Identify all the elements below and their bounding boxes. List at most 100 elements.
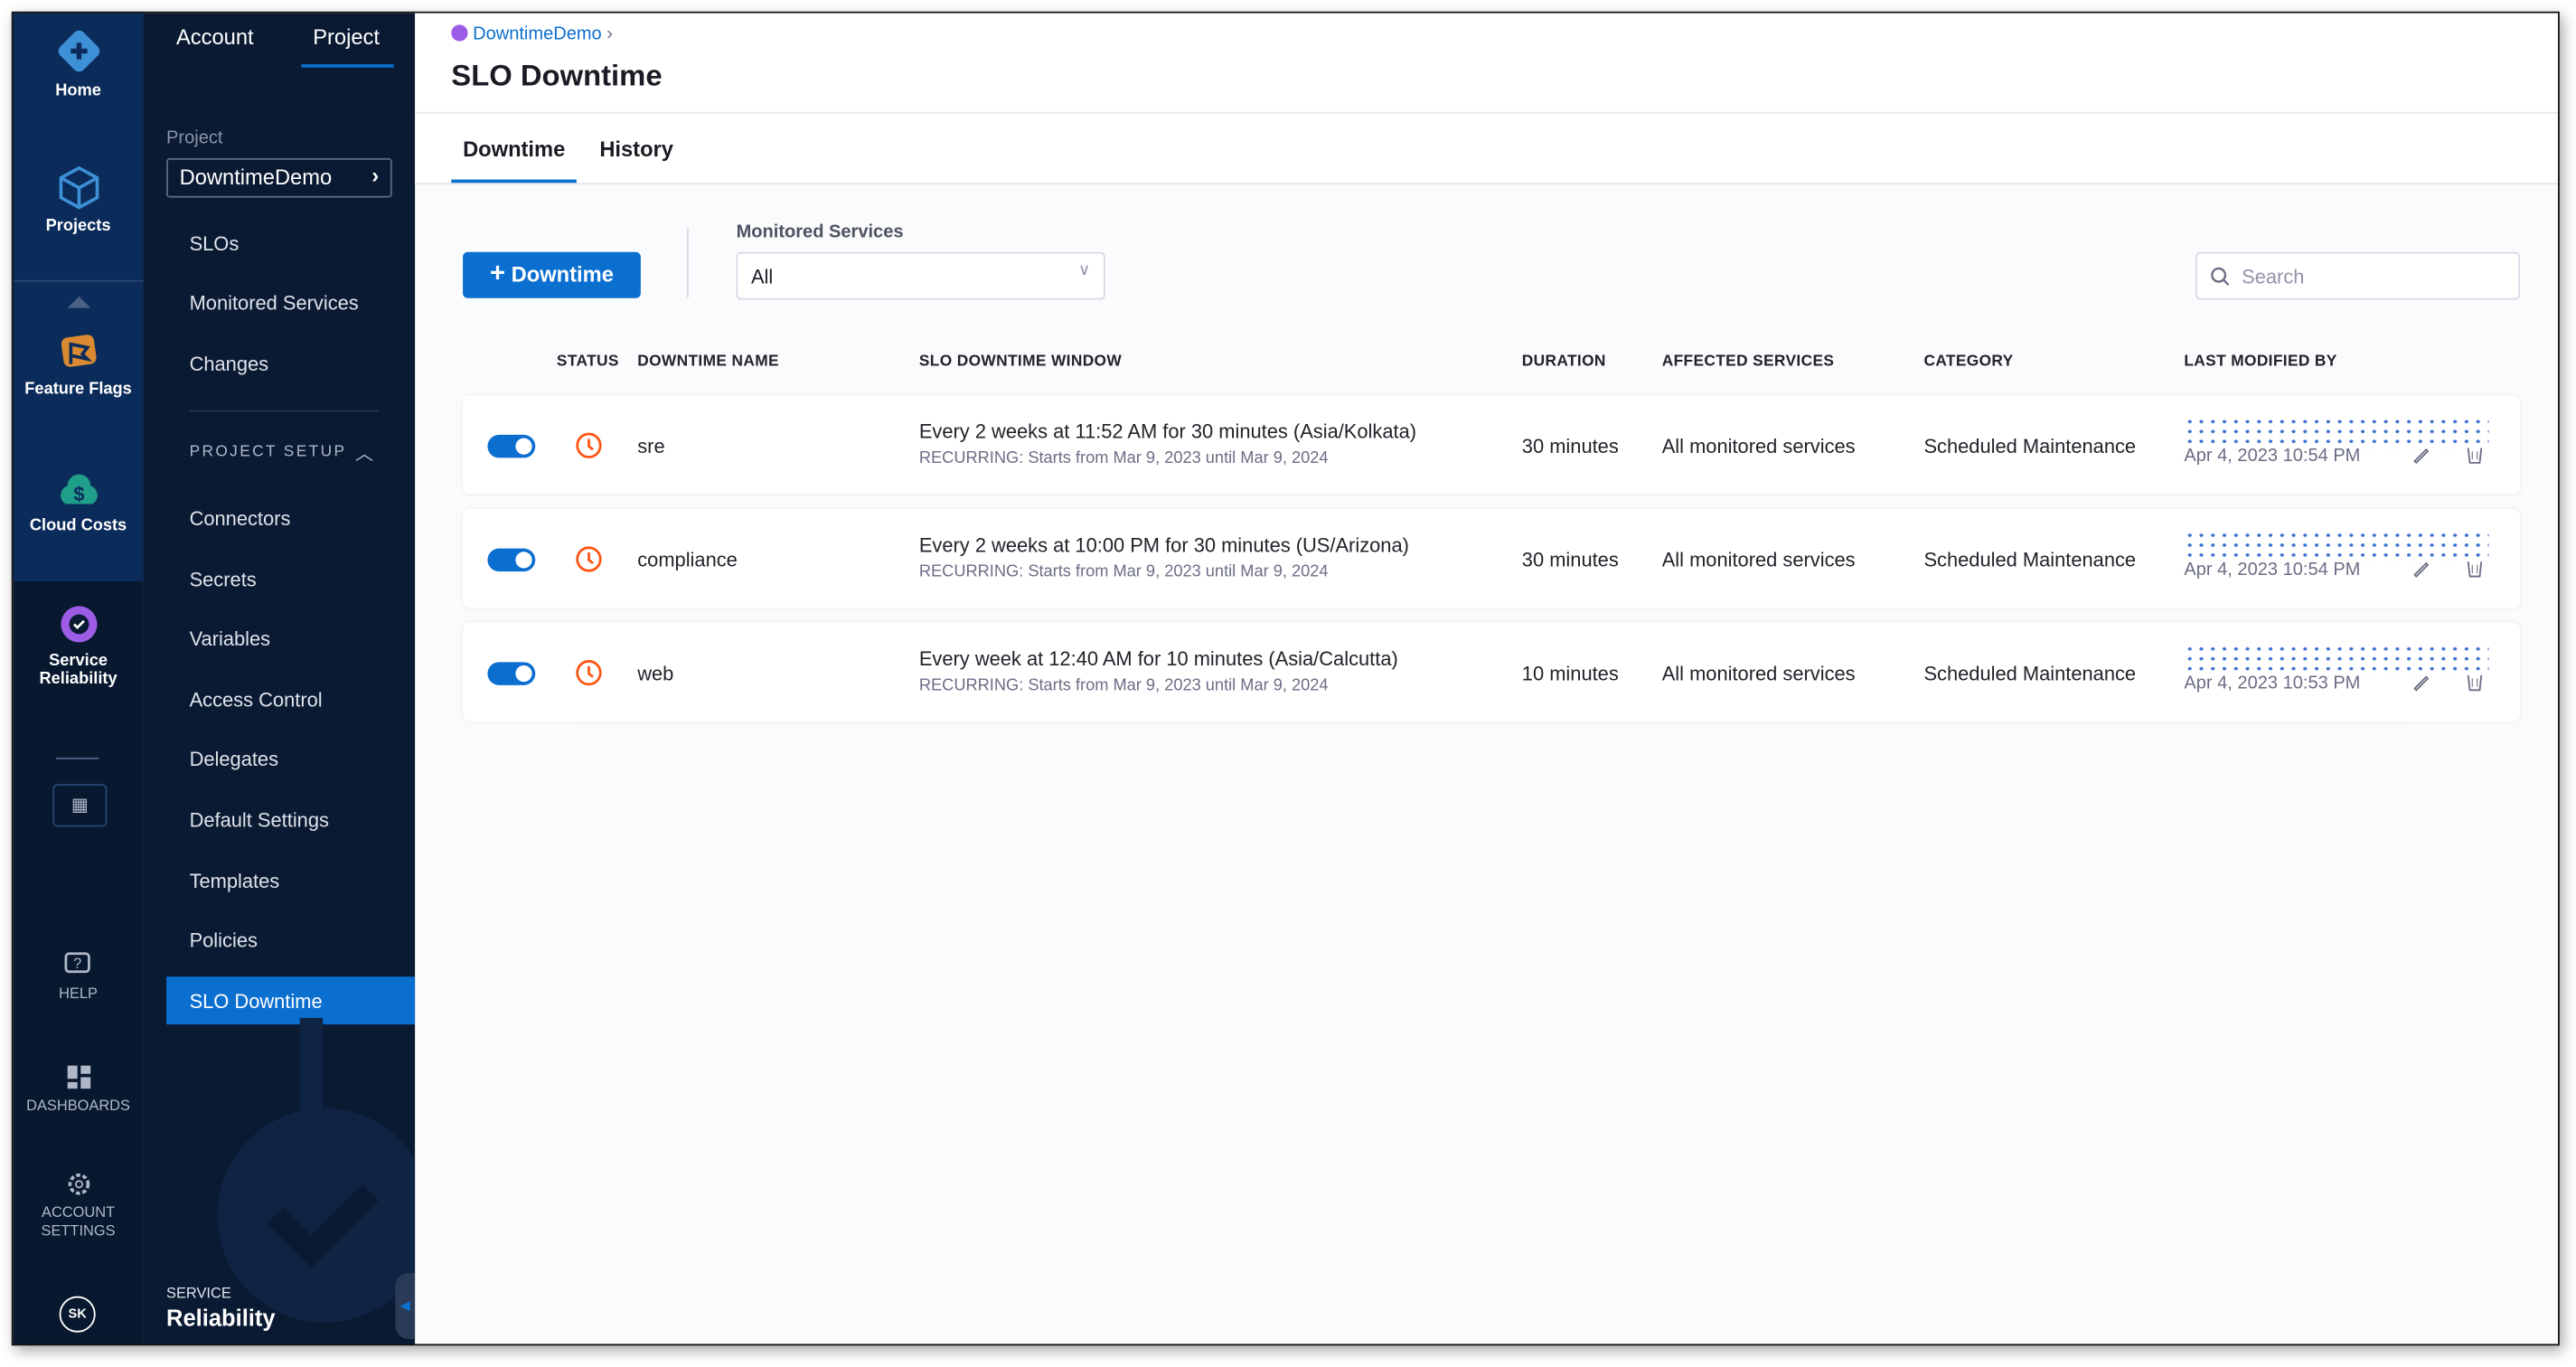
table-row[interactable]: sre Every 2 weeks at 11:52 AM for 30 min… — [463, 395, 2521, 495]
add-downtime-button[interactable]: + Downtime — [463, 251, 641, 298]
project-selector[interactable]: DowntimeDemo › — [166, 157, 392, 198]
category: Scheduled Maintenance — [1923, 662, 2137, 685]
cloud-costs-icon: $ — [60, 474, 97, 505]
downtime-window: Every week at 12:40 AM for 10 minutes (A… — [918, 646, 1398, 671]
project-icon — [451, 24, 468, 42]
monitored-services-select[interactable]: All ∨ — [736, 251, 1105, 300]
status-toggle[interactable] — [487, 434, 536, 458]
column-status: STATUS — [556, 352, 619, 371]
duration: 30 minutes — [1521, 548, 1619, 572]
last-modified-date: Apr 4, 2023 10:54 PM — [2184, 446, 2361, 467]
clock-icon — [576, 660, 602, 686]
downtime-name[interactable]: web — [637, 662, 673, 685]
tab-account[interactable]: Account — [176, 24, 254, 49]
rail-feature-flags[interactable]: Feature Flags — [14, 331, 144, 399]
rail-account-settings[interactable]: ACCOUNT SETTINGS — [14, 1171, 144, 1240]
status-toggle[interactable] — [487, 662, 536, 685]
nav-policies[interactable]: Policies — [190, 929, 258, 952]
recurring-info: RECURRING: Starts from Mar 9, 2023 until… — [918, 449, 1329, 468]
recurring-info: RECURRING: Starts from Mar 9, 2023 until… — [918, 563, 1329, 582]
nav-slo-downtime[interactable]: SLO Downtime — [190, 990, 323, 1013]
main-content: DowntimeDemo › SLO Downtime Downtime His… — [415, 13, 2559, 1344]
tab-project[interactable]: Project — [313, 24, 380, 49]
delete-icon[interactable] — [2466, 445, 2484, 465]
collapse-sidebar-button[interactable]: ◀ — [395, 1273, 416, 1340]
svg-text:$: $ — [72, 483, 83, 505]
column-downtime-name: DOWNTIME NAME — [637, 352, 779, 371]
project-sidebar: Account Project Project DowntimeDemo › S… — [143, 13, 416, 1344]
nav-templates[interactable]: Templates — [190, 870, 280, 893]
plus-icon: + — [490, 259, 506, 288]
nav-default-settings[interactable]: Default Settings — [190, 808, 329, 832]
chevron-right-icon: › — [606, 24, 613, 45]
delete-icon[interactable] — [2466, 672, 2484, 692]
column-duration: DURATION — [1521, 352, 1606, 371]
search-icon — [2211, 267, 2230, 286]
breadcrumb[interactable]: DowntimeDemo › — [451, 24, 613, 44]
nav-access-control[interactable]: Access Control — [190, 688, 323, 712]
last-modified-date: Apr 4, 2023 10:54 PM — [2184, 560, 2361, 580]
rail-cloud-costs[interactable]: $ Cloud Costs — [14, 471, 144, 535]
edit-icon[interactable] — [2411, 445, 2431, 465]
tab-history[interactable]: History — [599, 137, 673, 161]
app-window: Home Projects Feature Flags $ Cloud Cost… — [11, 11, 2560, 1346]
clock-icon — [576, 432, 602, 458]
edit-icon[interactable] — [2411, 559, 2431, 579]
nav-changes[interactable]: Changes — [190, 353, 269, 376]
chevron-right-icon: › — [371, 163, 380, 188]
duration: 10 minutes — [1521, 662, 1619, 685]
rail-scroll-up[interactable] — [67, 296, 91, 308]
nav-secrets[interactable]: Secrets — [190, 568, 257, 591]
affected-services: All monitored services — [1661, 662, 1856, 685]
downtime-name[interactable]: sre — [637, 435, 664, 458]
projects-icon — [58, 165, 99, 210]
tab-downtime[interactable]: Downtime — [463, 137, 565, 161]
clock-icon — [576, 546, 602, 572]
avatar[interactable]: SK — [59, 1296, 96, 1333]
downtime-window: Every 2 weeks at 10:00 PM for 30 minutes… — [918, 533, 1409, 557]
service-reliability-watermark-icon — [217, 1017, 416, 1323]
nav-variables[interactable]: Variables — [190, 627, 271, 651]
rail-service-reliability[interactable]: Service Reliability — [14, 603, 144, 688]
nav-slos[interactable]: SLOs — [190, 232, 240, 256]
dashboards-icon — [66, 1065, 90, 1089]
delete-icon[interactable] — [2466, 559, 2484, 579]
redacted-user — [2184, 530, 2489, 564]
svg-text:?: ? — [72, 956, 80, 972]
recurring-info: RECURRING: Starts from Mar 9, 2023 until… — [918, 676, 1329, 695]
column-affected-services: AFFECTED SERVICES — [1661, 352, 1835, 371]
rail-dashboards[interactable]: DASHBOARDS — [14, 1064, 144, 1113]
column-category: CATEGORY — [1923, 352, 2014, 371]
page-title: SLO Downtime — [451, 59, 663, 93]
nav-connectors[interactable]: Connectors — [190, 507, 291, 531]
nav-delegates[interactable]: Delegates — [190, 748, 278, 771]
rail-projects[interactable]: Projects — [14, 165, 144, 236]
project-setup-toggle[interactable]: PROJECT SETUP ︿ — [190, 443, 380, 465]
duration: 30 minutes — [1521, 434, 1619, 458]
status-toggle[interactable] — [487, 548, 536, 572]
rail-help[interactable]: ? HELP — [14, 952, 144, 1002]
search-input[interactable]: Search — [2195, 251, 2521, 300]
table-row[interactable]: compliance Every 2 weeks at 10:00 PM for… — [463, 508, 2521, 608]
downtime-window: Every 2 weeks at 11:52 AM for 30 minutes… — [918, 420, 1417, 444]
chevron-up-icon: ︿ — [355, 444, 376, 465]
category: Scheduled Maintenance — [1923, 548, 2137, 572]
gear-icon — [67, 1173, 89, 1195]
grid-icon: ▦ — [71, 795, 89, 815]
affected-services: All monitored services — [1661, 548, 1856, 572]
feature-flags-icon — [60, 335, 96, 367]
column-last-modified-by: LAST MODIFIED BY — [2184, 352, 2337, 371]
project-label: Project — [166, 128, 223, 148]
module-rail: Home Projects Feature Flags $ Cloud Cost… — [13, 13, 144, 1344]
nav-monitored-services[interactable]: Monitored Services — [190, 291, 359, 315]
category: Scheduled Maintenance — [1923, 434, 2137, 458]
affected-services: All monitored services — [1661, 434, 1856, 458]
edit-icon[interactable] — [2411, 672, 2431, 692]
table-row[interactable]: web Every week at 12:40 AM for 10 minute… — [463, 622, 2521, 721]
rail-home[interactable]: Home — [14, 26, 144, 100]
redacted-user — [2184, 644, 2489, 677]
downtime-name[interactable]: compliance — [637, 549, 738, 572]
chevron-down-icon: ∨ — [1078, 261, 1091, 280]
all-modules-button[interactable]: ▦ — [52, 784, 108, 827]
service-reliability-icon — [60, 606, 97, 643]
